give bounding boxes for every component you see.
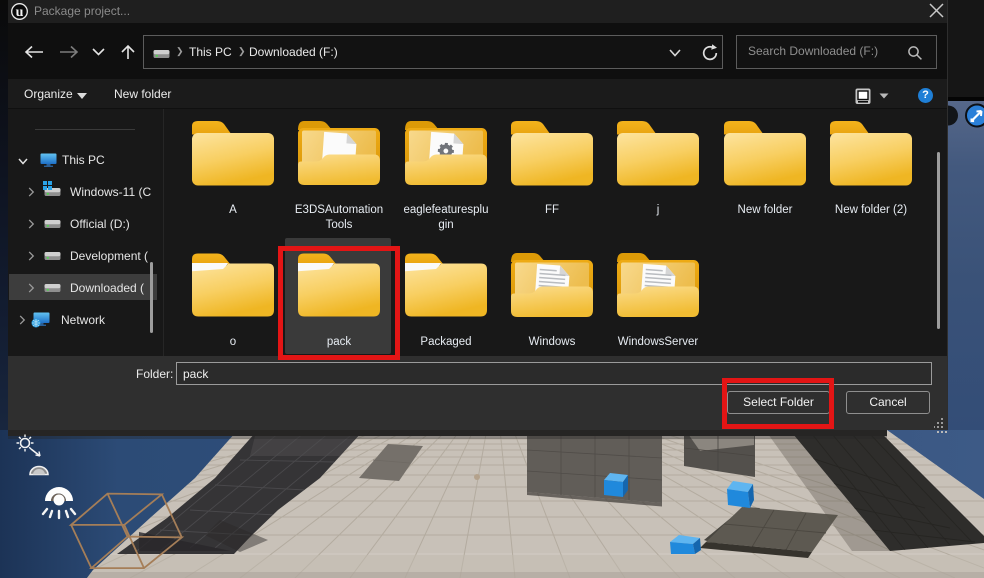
svg-text:u: u bbox=[16, 5, 24, 20]
